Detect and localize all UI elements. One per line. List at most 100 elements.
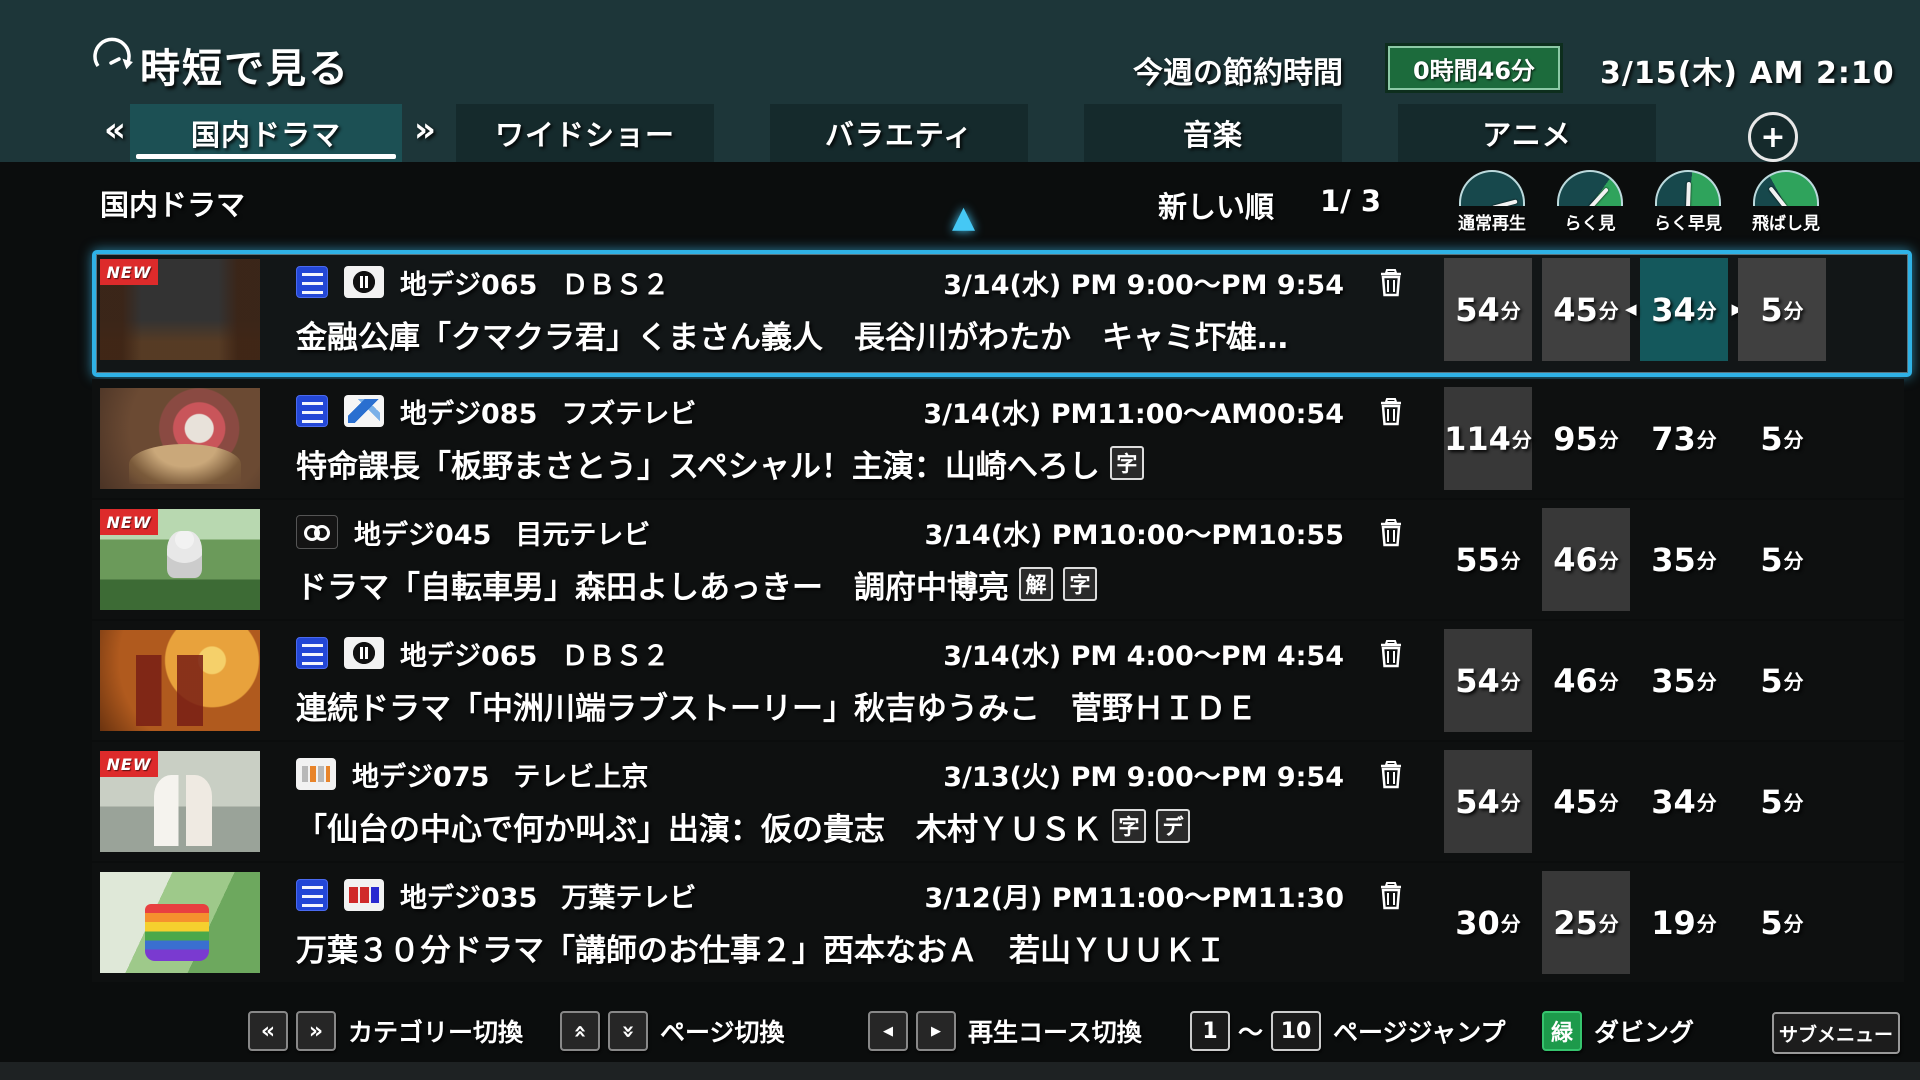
program-thumbnail[interactable]: NEW (100, 751, 260, 852)
delete-trash-icon[interactable] (1378, 266, 1404, 298)
bottom-strip (0, 1062, 1920, 1080)
duration-cell-tobashimi[interactable]: 5分 (1738, 508, 1826, 611)
delete-trash-icon[interactable] (1378, 758, 1404, 790)
time-saving-gauge-icon (88, 36, 134, 82)
course-prev-button[interactable]: ◀ (868, 1011, 908, 1051)
channel-number: 地デジ085 (400, 392, 537, 431)
green-remote-button[interactable]: 緑 (1542, 1011, 1582, 1051)
program-row[interactable]: NEW 地デジ045 目元テレビ 3/14(水) PM10:00〜PM10:55… (92, 500, 1904, 619)
station-name: フズテレビ (561, 392, 696, 431)
add-category-button[interactable]: + (1748, 112, 1798, 162)
program-title-line: ドラマ「自転車男」森田よしあっきー 調府中博亮解字 (296, 560, 1426, 608)
program-thumbnail[interactable]: NEW (100, 509, 260, 610)
duration-cell-rakuhayami[interactable]: 73分 (1640, 387, 1728, 490)
duration-cell-normal[interactable]: 114分 (1444, 387, 1532, 490)
program-title: 特命課長「板野まさとう」スペシャル！主演：山崎へろし (296, 441, 1100, 486)
category-prev-button[interactable]: « (248, 1011, 288, 1051)
station-logo-icon (296, 515, 338, 549)
course-next-button[interactable]: ▶ (916, 1011, 956, 1051)
duration-cell-normal[interactable]: 54分 (1444, 629, 1532, 732)
tab-anime[interactable]: アニメ (1398, 104, 1656, 162)
duration-cell-tobashimi[interactable]: 5分 (1738, 258, 1826, 361)
program-thumbnail[interactable] (100, 872, 260, 973)
duration-cell-normal[interactable]: 54分 (1444, 258, 1532, 361)
transfer-badge-icon (296, 266, 328, 298)
duration-cell-normal[interactable]: 54分 (1444, 750, 1532, 853)
broadcast-datetime: 3/12(月) PM11:00〜PM11:30 (924, 876, 1344, 915)
caption-badge: 字 (1063, 567, 1097, 601)
page-title: 時短で見る (140, 36, 350, 94)
duration-cell-tobashimi[interactable]: 5分 (1738, 871, 1826, 974)
duration-cell-rakumi[interactable]: 45分 (1542, 750, 1630, 853)
jump-button-10[interactable]: 10 (1271, 1011, 1321, 1051)
new-badge: NEW (100, 751, 158, 777)
page-down-button[interactable]: » (608, 1011, 648, 1051)
weekly-savings-value-badge: 0時間46分 (1388, 46, 1560, 90)
program-title: 万葉３０分ドラマ「講師のお仕事２」西本なおＡ 若山ＹＵＵＫＩ (296, 925, 1226, 970)
program-row[interactable]: NEW 地デジ075 テレビ上京 3/13(火) PM 9:00〜PM 9:54… (92, 742, 1904, 861)
tab-variety[interactable]: バラエティ (770, 104, 1028, 162)
playback-course-durations: 54分45分34分5分 (1444, 250, 1826, 369)
delete-trash-icon[interactable] (1378, 516, 1404, 548)
column-tobashi-mi: 飛ばし見 (1737, 170, 1835, 234)
program-row[interactable]: 地デジ065 ＤＢＳ２ 3/14(水) PM 4:00〜PM 4:54 連続ドラ… (92, 621, 1904, 740)
duration-cell-tobashimi[interactable]: 5分 (1738, 387, 1826, 490)
channel-number: 地デジ075 (352, 755, 489, 794)
transfer-badge-icon (296, 395, 328, 427)
weekly-savings-label: 今週の節約時間 (1133, 48, 1343, 92)
category-next-button[interactable]: » (296, 1011, 336, 1051)
caption-badge: 字 (1110, 446, 1144, 480)
broadcast-datetime: 3/13(火) PM 9:00〜PM 9:54 (943, 755, 1344, 794)
duration-cell-rakumi[interactable]: 45分 (1542, 258, 1630, 361)
duration-cell-rakumi[interactable]: 46分 (1542, 629, 1630, 732)
channel-number: 地デジ065 (400, 634, 537, 673)
tab-wide-show[interactable]: ワイドショー (456, 104, 714, 162)
program-title: ドラマ「自転車男」森田よしあっきー 調府中博亮 (296, 562, 1009, 607)
submenu-button[interactable]: サブメニュー (1772, 1012, 1900, 1054)
scroll-up-icon[interactable]: ▲ (952, 200, 975, 235)
tab-domestic-drama[interactable]: 国内ドラマ (130, 104, 402, 162)
duration-cell-rakuhayami[interactable]: 34分 (1640, 750, 1728, 853)
page-jump-label: ページジャンプ (1333, 1013, 1506, 1049)
duration-cell-rakumi[interactable]: 95分 (1542, 387, 1630, 490)
station-logo-icon (296, 758, 336, 790)
jump-button-1[interactable]: 1 (1190, 1011, 1230, 1051)
page-switch-label: ページ切換 (660, 1013, 785, 1049)
new-badge: NEW (100, 259, 158, 285)
program-thumbnail[interactable] (100, 388, 260, 489)
playback-course-durations: 55分46分35分5分 (1444, 500, 1826, 619)
sort-order-label: 新しい順 (1158, 184, 1274, 226)
tab-prev-arrow-icon[interactable]: « (104, 110, 126, 150)
duration-cell-tobashimi[interactable]: 5分 (1738, 750, 1826, 853)
duration-cell-rakuhayami[interactable]: 34分 (1640, 258, 1728, 361)
duration-cell-rakuhayami[interactable]: 19分 (1640, 871, 1728, 974)
program-row[interactable]: 地デジ035 万葉テレビ 3/12(月) PM11:00〜PM11:30 万葉３… (92, 863, 1904, 982)
station-name: ＤＢＳ２ (561, 634, 669, 673)
delete-trash-icon[interactable] (1378, 395, 1404, 427)
broadcast-datetime: 3/14(水) PM 4:00〜PM 4:54 (943, 634, 1344, 673)
station-logo-icon (344, 637, 384, 669)
program-row[interactable]: 地デジ085 フズテレビ 3/14(水) PM11:00〜AM00:54 特命課… (92, 379, 1904, 498)
duration-cell-rakumi[interactable]: 46分 (1542, 508, 1630, 611)
program-thumbnail[interactable] (100, 630, 260, 731)
duration-cell-rakuhayami[interactable]: 35分 (1640, 508, 1728, 611)
duration-cell-rakuhayami[interactable]: 35分 (1640, 629, 1728, 732)
delete-trash-icon[interactable] (1378, 637, 1404, 669)
page-up-button[interactable]: « (560, 1011, 600, 1051)
tab-next-arrow-icon[interactable]: » (414, 110, 436, 150)
duration-cell-normal[interactable]: 30分 (1444, 871, 1532, 974)
duration-cell-rakumi[interactable]: 25分 (1542, 871, 1630, 974)
station-name: ＤＢＳ２ (561, 263, 669, 302)
current-category-label: 国内ドラマ (100, 182, 245, 224)
tab-music[interactable]: 音楽 (1084, 104, 1342, 162)
gauge-tobashi-mi-icon (1753, 170, 1819, 206)
playback-course-durations: 30分25分19分5分 (1444, 863, 1826, 982)
column-raku-mi: らく見 (1541, 170, 1639, 234)
delete-trash-icon[interactable] (1378, 879, 1404, 911)
duration-cell-normal[interactable]: 55分 (1444, 508, 1532, 611)
program-row[interactable]: NEW 地デジ065 ＤＢＳ２ 3/14(水) PM 9:00〜PM 9:54 … (92, 250, 1912, 377)
program-title: 金融公庫「クマクラ君」くまさん義人 長谷川がわたか キャミ圷雄… (296, 312, 1288, 357)
tilde-label: 〜 (1238, 1013, 1263, 1049)
program-thumbnail[interactable]: NEW (100, 259, 260, 360)
duration-cell-tobashimi[interactable]: 5分 (1738, 629, 1826, 732)
